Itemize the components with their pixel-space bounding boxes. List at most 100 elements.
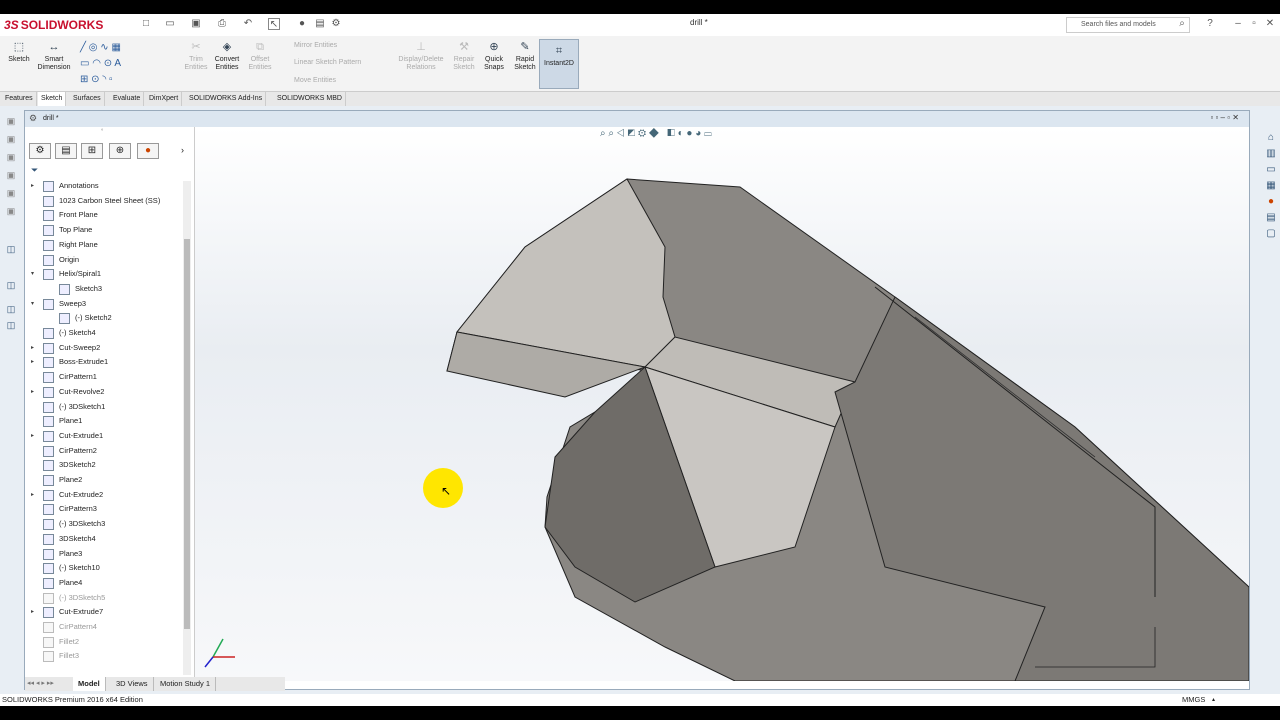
- filter-icon[interactable]: ⏷: [31, 165, 38, 176]
- tree-item[interactable]: ▸ Annotations: [25, 179, 181, 194]
- tree-item[interactable]: Plane4: [25, 576, 181, 591]
- property-manager-tab-icon[interactable]: ▤: [55, 143, 77, 159]
- options-gear-icon[interactable]: ⚙: [330, 18, 342, 30]
- undo-icon[interactable]: ↶: [242, 18, 254, 30]
- tool-icon[interactable]: ◫: [4, 304, 18, 318]
- view-settings-icon[interactable]: ▭: [704, 128, 712, 139]
- configuration-manager-tab-icon[interactable]: ⊞: [81, 143, 103, 159]
- home-icon[interactable]: ⌂: [1264, 132, 1278, 146]
- tab-dimxpert[interactable]: DimXpert: [146, 92, 183, 106]
- tab-solidworks-mbd[interactable]: SOLIDWORKS MBD: [274, 92, 346, 106]
- linear-sketch-pattern-button[interactable]: Linear Sketch Pattern: [294, 59, 361, 66]
- design-library-icon[interactable]: ▥: [1264, 148, 1278, 162]
- tree-item[interactable]: ▾ Helix/Spiral1: [25, 267, 181, 282]
- tool-icon[interactable]: ▣: [4, 116, 18, 130]
- tree-item[interactable]: Top Plane: [25, 223, 181, 238]
- expand-chevron-icon[interactable]: ▸: [31, 429, 34, 443]
- chevron-right-icon[interactable]: ›: [181, 145, 184, 155]
- tab-scroll-arrows-icon[interactable]: ◂◂ ◂ ▸ ▸▸: [27, 679, 54, 687]
- tool-icon[interactable]: ▣: [4, 170, 18, 184]
- tool-icon[interactable]: ▣: [4, 152, 18, 166]
- tree-item[interactable]: ▸ Cut-Sweep2: [25, 341, 181, 356]
- select-icon[interactable]: ↖: [268, 18, 280, 30]
- tree-item[interactable]: ▸ Cut-Extrude2: [25, 488, 181, 503]
- help-icon[interactable]: ?: [1204, 18, 1216, 30]
- expand-chevron-icon[interactable]: ▸: [31, 488, 34, 502]
- expand-chevron-icon[interactable]: ▸: [31, 341, 34, 355]
- display-delete-relations-button[interactable]: ⊥ Display/Delete Relations: [394, 40, 448, 72]
- tab-model[interactable]: Model: [73, 677, 106, 691]
- open-icon[interactable]: ▭: [164, 18, 176, 30]
- expand-chevron-icon[interactable]: ▸: [31, 385, 34, 399]
- tree-item[interactable]: ▸ Boss-Extrude1: [25, 355, 181, 370]
- display-style-icon[interactable]: ◧: [667, 128, 675, 139]
- rapid-sketch-button[interactable]: ✎ Rapid Sketch: [507, 40, 543, 72]
- expand-chevron-icon[interactable]: ▾: [31, 297, 34, 311]
- mirror-entities-button[interactable]: Mirror Entities: [294, 42, 337, 49]
- expand-chevron-icon[interactable]: ▸: [31, 179, 34, 193]
- dynamic-annotation-icon[interactable]: ⚙: [638, 128, 646, 139]
- tab-motion-study-1[interactable]: Motion Study 1: [155, 677, 217, 691]
- tree-item[interactable]: Fillet3: [25, 649, 181, 664]
- forum-icon[interactable]: ▢: [1264, 228, 1278, 242]
- feature-manager-tab-icon[interactable]: ⚙: [29, 143, 51, 159]
- sketch-entities-group[interactable]: ╱ ◎ ∿ ▦ ▭ ◠ ⊙ A ⊞ ⊙ ◝ ▫: [80, 40, 176, 86]
- tree-item[interactable]: 3DSketch2: [25, 458, 181, 473]
- zoom-to-area-icon[interactable]: ⌕: [608, 128, 614, 139]
- tab-evaluate[interactable]: Evaluate: [110, 92, 145, 106]
- splitter-dot-icon[interactable]: °: [101, 129, 103, 135]
- expand-chevron-icon[interactable]: ▸: [31, 605, 34, 619]
- units-chevron-icon[interactable]: ▴: [1212, 694, 1215, 706]
- tree-item[interactable]: CirPattern1: [25, 370, 181, 385]
- tree-item[interactable]: ▸ Cut-Revolve2: [25, 385, 181, 400]
- new-document-icon[interactable]: □: [140, 18, 152, 30]
- view-orientation-icon[interactable]: ◆: [649, 128, 659, 139]
- tool-icon[interactable]: ◫: [4, 280, 18, 294]
- restore-icon[interactable]: ▫: [1248, 18, 1260, 30]
- tab-sketch[interactable]: Sketch: [38, 92, 67, 106]
- custom-properties-icon[interactable]: ▤: [1264, 212, 1278, 226]
- convert-entities-button[interactable]: ◈ Convert Entities: [209, 40, 245, 72]
- tree-item[interactable]: Plane2: [25, 473, 181, 488]
- search-icon[interactable]: ⌕: [1176, 18, 1188, 30]
- apply-scene-icon[interactable]: ◕: [695, 128, 701, 139]
- expand-chevron-icon[interactable]: ▸: [31, 355, 34, 369]
- units-label[interactable]: MMGS: [1182, 694, 1205, 706]
- hide-show-items-icon[interactable]: ◐: [678, 128, 684, 139]
- edit-appearance-icon[interactable]: ●: [686, 128, 692, 139]
- tab-surfaces[interactable]: Surfaces: [70, 92, 105, 106]
- rebuild-icon[interactable]: ●: [296, 18, 308, 30]
- close-icon[interactable]: ✕: [1264, 18, 1276, 30]
- solidworks-logo[interactable]: 3S SOLIDWORKS: [4, 16, 106, 34]
- tree-item[interactable]: ▸ Cut-Extrude1: [25, 429, 181, 444]
- offset-entities-button[interactable]: ⧉ Offset Entities: [242, 40, 278, 72]
- doc-window-controls[interactable]: ▫ ▫ – ▫ ✕: [1139, 113, 1239, 125]
- tree-item[interactable]: CirPattern3: [25, 502, 181, 517]
- vertical-scrollbar[interactable]: [183, 181, 191, 675]
- tree-item[interactable]: CirPattern2: [25, 444, 181, 459]
- minimize-icon[interactable]: –: [1232, 18, 1244, 30]
- display-manager-tab-icon[interactable]: ●: [137, 143, 159, 159]
- expand-chevron-icon[interactable]: ▾: [31, 267, 34, 281]
- tab-solidworks-add-ins[interactable]: SOLIDWORKS Add-Ins: [186, 92, 267, 106]
- tree-item[interactable]: Plane1: [25, 414, 181, 429]
- scrollbar-thumb[interactable]: [184, 239, 190, 629]
- tree-item[interactable]: (-) 3DSketch1: [25, 400, 181, 415]
- tree-item[interactable]: Fillet2: [25, 635, 181, 650]
- tab-3d-views[interactable]: 3D Views: [111, 677, 154, 691]
- tab-features[interactable]: Features: [2, 92, 37, 106]
- tree-item[interactable]: Plane3: [25, 547, 181, 562]
- tree-item[interactable]: 1023 Carbon Steel Sheet (SS): [25, 194, 181, 209]
- tool-icon[interactable]: ▣: [4, 206, 18, 220]
- tree-item[interactable]: Front Plane: [25, 208, 181, 223]
- view-palette-icon[interactable]: ▦: [1264, 180, 1278, 194]
- tree-item[interactable]: CirPattern4: [25, 620, 181, 635]
- graphics-area[interactable]: [195, 127, 1249, 681]
- tree-item[interactable]: Sketch3: [25, 282, 181, 297]
- instant2d-button[interactable]: ⌗ Instant2D: [539, 39, 579, 89]
- file-explorer-icon[interactable]: ▭: [1264, 164, 1278, 178]
- tree-item[interactable]: (-) 3DSketch3: [25, 517, 181, 532]
- tool-icon[interactable]: ▣: [4, 188, 18, 202]
- tool-icon[interactable]: ▣: [4, 134, 18, 148]
- tree-item[interactable]: 3DSketch4: [25, 532, 181, 547]
